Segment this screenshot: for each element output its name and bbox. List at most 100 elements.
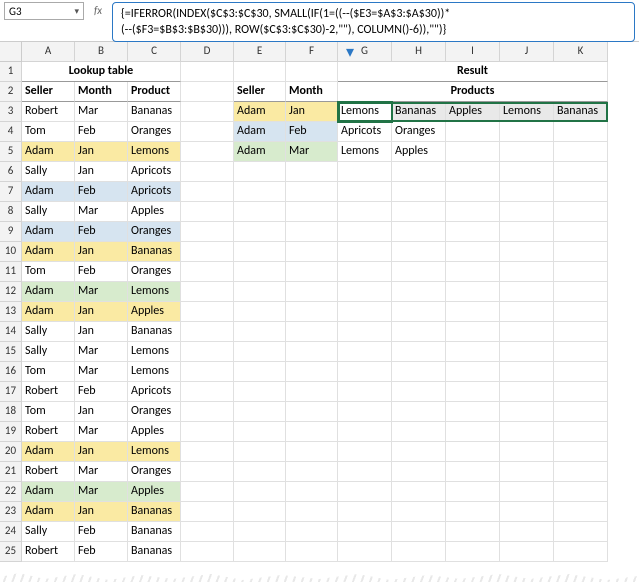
cell-F23[interactable] bbox=[286, 502, 338, 522]
cell-E11[interactable] bbox=[234, 262, 286, 282]
cell-F21[interactable] bbox=[286, 462, 338, 482]
cell-G14[interactable] bbox=[338, 322, 392, 342]
cell-J12[interactable] bbox=[500, 282, 554, 302]
lookup-cell[interactable]: Apples bbox=[128, 422, 181, 442]
query-cell[interactable]: Adam bbox=[234, 142, 286, 162]
cell-E22[interactable] bbox=[234, 482, 286, 502]
cell-F9[interactable] bbox=[286, 222, 338, 242]
cell-H24[interactable] bbox=[392, 522, 446, 542]
cell-D13[interactable] bbox=[181, 302, 234, 322]
cell-D22[interactable] bbox=[181, 482, 234, 502]
row-header-10[interactable]: 10 bbox=[0, 242, 22, 262]
cell-G6[interactable] bbox=[338, 162, 392, 182]
result-cell[interactable] bbox=[446, 122, 500, 142]
cell-J19[interactable] bbox=[500, 422, 554, 442]
cell-K13[interactable] bbox=[554, 302, 608, 322]
lookup-cell[interactable]: Apples bbox=[128, 302, 181, 322]
cell-J14[interactable] bbox=[500, 322, 554, 342]
lookup-cell[interactable]: Mar bbox=[75, 482, 128, 502]
cell-E13[interactable] bbox=[234, 302, 286, 322]
lookup-cell[interactable]: Adam bbox=[22, 442, 75, 462]
lookup-cell[interactable]: Tom bbox=[22, 122, 75, 142]
result-cell[interactable]: Lemons bbox=[338, 142, 392, 162]
cell-K7[interactable] bbox=[554, 182, 608, 202]
cell-I22[interactable] bbox=[446, 482, 500, 502]
cell-D25[interactable] bbox=[181, 542, 234, 562]
cell-F22[interactable] bbox=[286, 482, 338, 502]
col-header-H[interactable]: H bbox=[392, 42, 446, 62]
lookup-cell[interactable]: Robert bbox=[22, 422, 75, 442]
cell-H8[interactable] bbox=[392, 202, 446, 222]
lookup-cell[interactable]: Apricots bbox=[128, 382, 181, 402]
result-cell[interactable]: Oranges bbox=[392, 122, 446, 142]
col-header-E[interactable]: E bbox=[234, 42, 286, 62]
row-header-21[interactable]: 21 bbox=[0, 462, 22, 482]
lookup-cell[interactable]: Bananas bbox=[128, 502, 181, 522]
cell-F13[interactable] bbox=[286, 302, 338, 322]
lookup-cell[interactable]: Robert bbox=[22, 102, 75, 122]
result-cell[interactable]: Apricots bbox=[338, 122, 392, 142]
row-header-6[interactable]: 6 bbox=[0, 162, 22, 182]
lookup-cell[interactable]: Oranges bbox=[128, 402, 181, 422]
cell-K22[interactable] bbox=[554, 482, 608, 502]
cell-F19[interactable] bbox=[286, 422, 338, 442]
lookup-cell[interactable]: Feb bbox=[75, 122, 128, 142]
row-header-1[interactable]: 1 bbox=[0, 62, 22, 82]
cell-I21[interactable] bbox=[446, 462, 500, 482]
lookup-cell[interactable]: Adam bbox=[22, 302, 75, 322]
cell-F18[interactable] bbox=[286, 402, 338, 422]
cell-H22[interactable] bbox=[392, 482, 446, 502]
row-header-5[interactable]: 5 bbox=[0, 142, 22, 162]
lookup-cell[interactable]: Adam bbox=[22, 242, 75, 262]
cell-H16[interactable] bbox=[392, 362, 446, 382]
cell-E20[interactable] bbox=[234, 442, 286, 462]
cell-G7[interactable] bbox=[338, 182, 392, 202]
cell-D18[interactable] bbox=[181, 402, 234, 422]
query-hdr-month[interactable]: Month bbox=[286, 82, 338, 102]
lookup-cell[interactable]: Lemons bbox=[128, 142, 181, 162]
cell-F24[interactable] bbox=[286, 522, 338, 542]
lookup-cell[interactable]: Sally bbox=[22, 162, 75, 182]
cell-D20[interactable] bbox=[181, 442, 234, 462]
row-header-15[interactable]: 15 bbox=[0, 342, 22, 362]
cell-I10[interactable] bbox=[446, 242, 500, 262]
cell-K19[interactable] bbox=[554, 422, 608, 442]
lookup-cell[interactable]: Jan bbox=[75, 502, 128, 522]
cell-K24[interactable] bbox=[554, 522, 608, 542]
cell-D24[interactable] bbox=[181, 522, 234, 542]
row-header-20[interactable]: 20 bbox=[0, 442, 22, 462]
cell-H19[interactable] bbox=[392, 422, 446, 442]
cell-K12[interactable] bbox=[554, 282, 608, 302]
lookup-cell[interactable]: Adam bbox=[22, 222, 75, 242]
result-cell[interactable] bbox=[500, 142, 554, 162]
lookup-cell[interactable]: Lemons bbox=[128, 282, 181, 302]
cell-J15[interactable] bbox=[500, 342, 554, 362]
cell-J6[interactable] bbox=[500, 162, 554, 182]
cell-G11[interactable] bbox=[338, 262, 392, 282]
cell-J17[interactable] bbox=[500, 382, 554, 402]
query-cell[interactable]: Adam bbox=[234, 102, 286, 122]
lookup-cell[interactable]: Bananas bbox=[128, 242, 181, 262]
lookup-cell[interactable]: Mar bbox=[75, 342, 128, 362]
cell-F8[interactable] bbox=[286, 202, 338, 222]
lookup-cell[interactable]: Sally bbox=[22, 342, 75, 362]
lookup-title[interactable]: Lookup table bbox=[22, 62, 181, 82]
cell-I25[interactable] bbox=[446, 542, 500, 562]
query-cell[interactable]: Jan bbox=[286, 102, 338, 122]
lookup-cell[interactable]: Lemons bbox=[128, 342, 181, 362]
col-header-C[interactable]: C bbox=[128, 42, 181, 62]
cell-J25[interactable] bbox=[500, 542, 554, 562]
cell-E23[interactable] bbox=[234, 502, 286, 522]
cell-E14[interactable] bbox=[234, 322, 286, 342]
cell-D6[interactable] bbox=[181, 162, 234, 182]
cell-H20[interactable] bbox=[392, 442, 446, 462]
lookup-cell[interactable]: Feb bbox=[75, 262, 128, 282]
cell-J11[interactable] bbox=[500, 262, 554, 282]
cell-J23[interactable] bbox=[500, 502, 554, 522]
lookup-cell[interactable]: Sally bbox=[22, 202, 75, 222]
cell-I15[interactable] bbox=[446, 342, 500, 362]
lookup-cell[interactable]: Bananas bbox=[128, 522, 181, 542]
row-header-7[interactable]: 7 bbox=[0, 182, 22, 202]
cell-K8[interactable] bbox=[554, 202, 608, 222]
cell-G18[interactable] bbox=[338, 402, 392, 422]
